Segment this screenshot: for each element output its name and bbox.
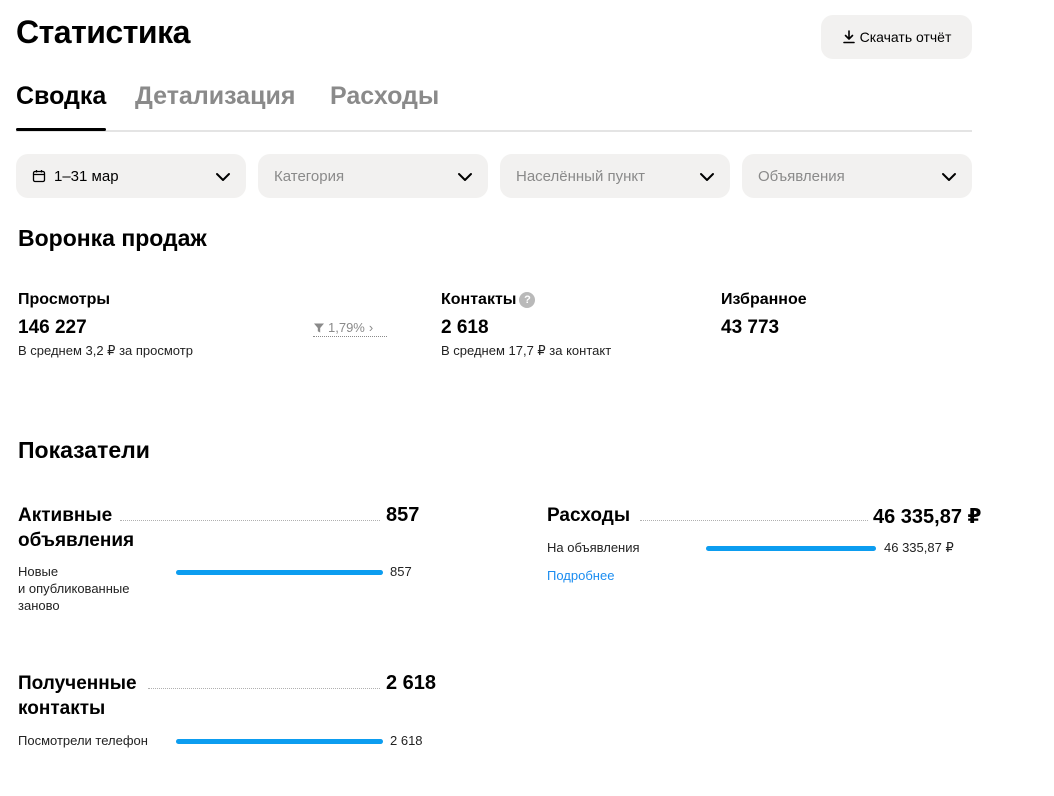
new-republished-label: Новые и опубликованные заново	[18, 564, 130, 613]
category-placeholder: Категория	[274, 167, 345, 185]
views-value: 146 227	[18, 317, 87, 338]
download-report-label: Скачать отчёт	[859, 29, 952, 45]
chevron-right-icon: ›	[368, 320, 374, 335]
tab-summary[interactable]: Сводка	[16, 82, 107, 131]
contacts-received-title-line1: Полученные	[18, 673, 137, 694]
chevron-down-icon	[942, 173, 956, 181]
phone-views-bar	[176, 739, 383, 744]
calendar-icon	[32, 170, 46, 183]
ads-expenses-value: 46 335,87 ₽	[884, 540, 954, 555]
active-ads-value: 857	[386, 504, 420, 526]
active-ads-title: Активные объявления	[18, 503, 134, 553]
contacts-received-title-line2: контакты	[18, 698, 106, 719]
contacts-label: Контакты	[441, 291, 517, 308]
ads-placeholder: Объявления	[758, 167, 845, 185]
contacts-average: В среднем 17,7 ₽ за контакт	[441, 343, 612, 358]
active-ads-title-line2: объявления	[18, 530, 135, 551]
ads-expenses-bar	[706, 546, 876, 551]
phone-views-value: 2 618	[390, 733, 423, 748]
more-details-link[interactable]: Подробнее	[547, 568, 614, 583]
ads-expenses-label: На объявления	[547, 540, 640, 555]
statistics-page: Статистика Скачать отчёт Сводка Детализа…	[0, 0, 1054, 796]
chevron-down-icon	[458, 173, 472, 181]
favorites-label: Избранное	[721, 291, 807, 308]
period-select[interactable]: 1–31 мар	[16, 154, 246, 198]
new-republished-value: 857	[390, 564, 412, 579]
chevron-down-icon	[700, 173, 714, 181]
dotted-leader	[120, 520, 380, 521]
bar-fill	[706, 546, 876, 551]
page-title: Статистика	[16, 14, 190, 50]
download-report-button[interactable]: Скачать отчёт	[821, 15, 972, 59]
expenses-title: Расходы	[547, 505, 631, 526]
contacts-received-value: 2 618	[386, 672, 437, 694]
tab-expenses[interactable]: Расходы	[330, 82, 439, 128]
category-select[interactable]: Категория	[258, 154, 488, 198]
conversion-value: 1,79%	[328, 320, 365, 335]
dotted-leader	[148, 688, 380, 689]
favorites-value: 43 773	[721, 317, 780, 338]
contacts-label-wrap: Контакты?	[441, 291, 536, 309]
location-placeholder: Населённый пункт	[516, 167, 646, 185]
contacts-value: 2 618	[441, 317, 489, 338]
contacts-received-title: Полученные контакты	[18, 671, 137, 721]
download-icon	[842, 30, 855, 44]
tab-details[interactable]: Детализация	[135, 82, 295, 128]
conversion-link[interactable]: 1,79% ›	[313, 320, 387, 337]
dotted-leader	[640, 520, 868, 521]
tab-bar: Сводка Детализация Расходы	[16, 82, 972, 132]
active-ads-title-line1: Активные	[18, 505, 113, 526]
views-average: В среднем 3,2 ₽ за просмотр	[18, 343, 193, 358]
period-value: 1–31 мар	[54, 167, 119, 185]
new-republished-bar	[176, 570, 383, 575]
ads-select[interactable]: Объявления	[742, 154, 972, 198]
location-select[interactable]: Населённый пункт	[500, 154, 730, 198]
indicators-title: Показатели	[18, 437, 150, 463]
bar-fill	[176, 570, 383, 575]
chevron-down-icon	[216, 173, 230, 181]
expenses-value: 46 335,87 ₽	[873, 506, 982, 528]
help-icon[interactable]: ?	[519, 291, 536, 308]
bar-fill	[176, 739, 383, 744]
funnel-title: Воронка продаж	[18, 225, 207, 251]
phone-views-label: Посмотрели телефон	[18, 733, 148, 748]
views-label: Просмотры	[18, 291, 111, 308]
funnel-icon	[314, 323, 324, 332]
